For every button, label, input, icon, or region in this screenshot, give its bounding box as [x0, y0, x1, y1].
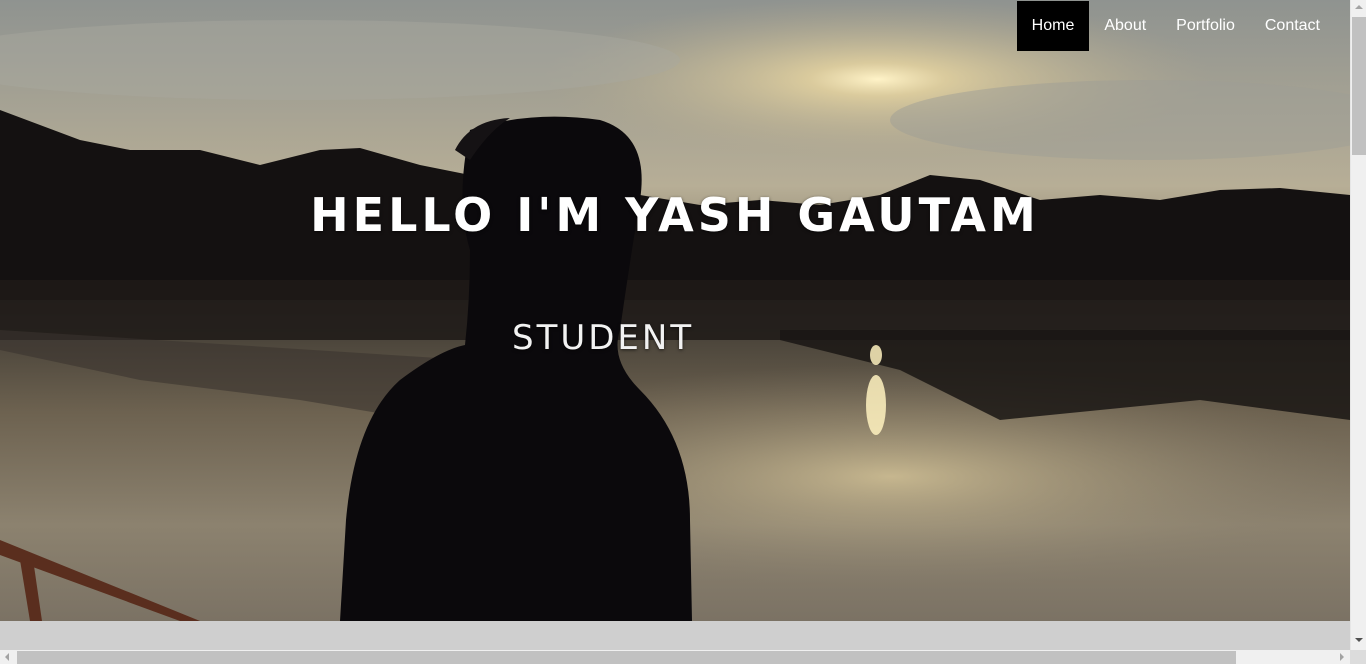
nav-item-portfolio-label: Portfolio: [1176, 17, 1235, 34]
vertical-scrollbar[interactable]: [1350, 0, 1366, 650]
page-viewport: Home About Portfolio Contact HELLO I'M Y…: [0, 0, 1350, 650]
nav-item-home[interactable]: Home: [1016, 1, 1090, 51]
horizontal-scrollbar[interactable]: [0, 650, 1350, 664]
scroll-down-icon[interactable]: [1355, 638, 1363, 642]
top-nav: Home About Portfolio Contact: [1016, 1, 1335, 51]
scroll-up-icon[interactable]: [1355, 5, 1363, 9]
next-section: [0, 621, 1350, 650]
nav-item-about[interactable]: About: [1089, 1, 1161, 51]
scroll-left-icon[interactable]: [5, 653, 9, 661]
hero-subtitle: STUDENT: [512, 318, 695, 358]
hero-background-image: [0, 0, 1350, 621]
hero-section: Home About Portfolio Contact HELLO I'M Y…: [0, 0, 1350, 621]
scrollbar-corner: [1350, 650, 1366, 664]
vertical-scroll-thumb[interactable]: [1352, 17, 1366, 155]
nav-item-contact[interactable]: Contact: [1250, 1, 1335, 51]
nav-item-portfolio[interactable]: Portfolio: [1161, 1, 1250, 51]
nav-item-about-label: About: [1104, 17, 1147, 34]
nav-item-contact-label: Contact: [1264, 17, 1320, 34]
horizontal-scroll-thumb[interactable]: [17, 651, 1236, 664]
hero-title: HELLO I'M YASH GAUTAM: [310, 188, 1040, 242]
nav-item-home-label: Home: [1031, 17, 1075, 34]
scroll-right-icon[interactable]: [1340, 653, 1344, 661]
